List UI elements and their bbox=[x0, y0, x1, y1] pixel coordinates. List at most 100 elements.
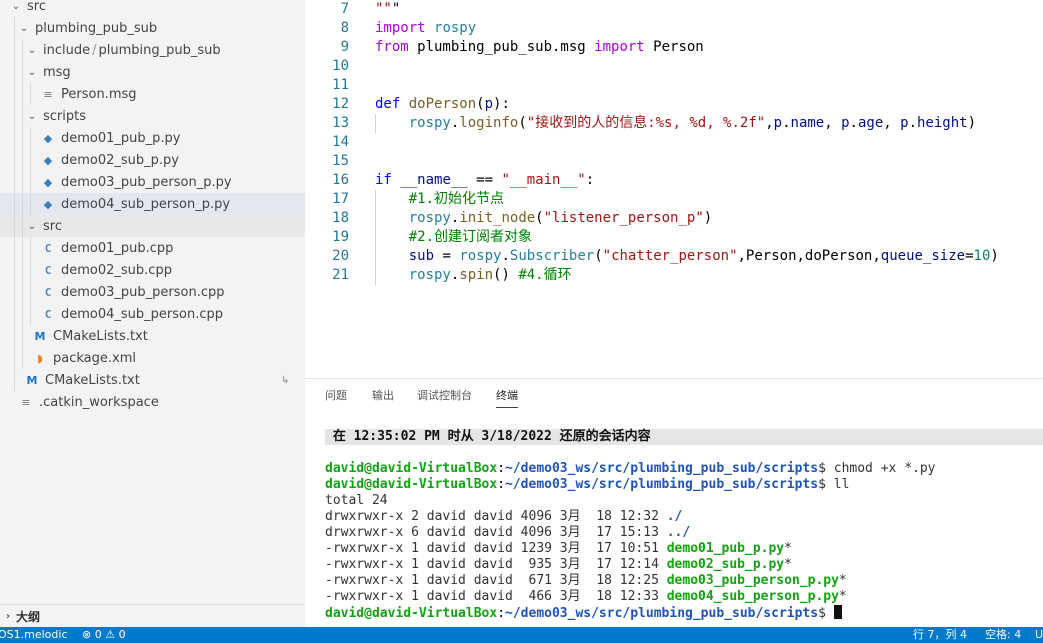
tree-item-person-msg[interactable]: ≡ Person.msg bbox=[0, 83, 305, 105]
tree-indent-guide bbox=[22, 193, 23, 215]
code-text: rospy.loginfo("接收到的人的信息:%s, %d, %.2f",p.… bbox=[408, 115, 977, 131]
tree-item-demo02-sub-cpp[interactable]: Cdemo02_sub.cpp bbox=[0, 259, 305, 281]
file-meta: -rwxrwxr-x 1 david david 935 3月 17 12:14 bbox=[325, 557, 667, 572]
line-number: 10 bbox=[332, 58, 349, 74]
code-editor[interactable]: 7 """ 8 import rospy 9 from plumbing_pub_sub.… bbox=[305, 0, 1043, 378]
prompt-colon: : bbox=[497, 477, 506, 492]
tree-indent-guide bbox=[14, 303, 15, 325]
tree-item-label: CMakeLists.txt bbox=[45, 372, 140, 388]
line-number: 14 bbox=[332, 134, 349, 150]
tree-item-src[interactable]: ⌄ src bbox=[0, 215, 305, 237]
ros-env-label[interactable]: OS1.melodic bbox=[0, 627, 68, 643]
code-text: sub = rospy.Subscriber("chatter_person",… bbox=[408, 248, 999, 264]
python-file-icon: ◆ bbox=[43, 175, 53, 189]
tree-item-msg[interactable]: ⌄ msg bbox=[0, 61, 305, 83]
tree-indent-guide bbox=[14, 259, 15, 281]
tree-item-catkin-workspace[interactable]: ≡ .catkin_workspace bbox=[0, 391, 305, 413]
file-name: demo04_sub_person_p.py bbox=[666, 589, 839, 604]
prompt-user: david@david-VirtualBox bbox=[325, 461, 498, 476]
tab-debug-console[interactable]: 调试控制台 bbox=[417, 387, 472, 407]
tree-item-demo01-pub-cpp[interactable]: Cdemo01_pub.cpp bbox=[0, 237, 305, 259]
problems-indicator[interactable]: ⊗ 0 ⚠ 0 bbox=[82, 627, 126, 643]
line-number: 20 bbox=[332, 248, 349, 264]
chevron-down-icon: ⌄ bbox=[19, 22, 29, 34]
file-name: ./ bbox=[666, 509, 683, 524]
tree-item-src[interactable]: ⌄ src bbox=[0, 0, 305, 17]
line-number: 16 bbox=[332, 172, 349, 188]
path-separator: / bbox=[92, 42, 97, 58]
code-text: def doPerson(p): bbox=[375, 96, 510, 112]
listing-row: -rwxrwxr-x 1 david david 671 3月 18 12:25… bbox=[325, 573, 1043, 589]
terminal-cursor bbox=[833, 605, 842, 619]
cpp-file-icon: C bbox=[44, 285, 52, 299]
tab-output[interactable]: 输出 bbox=[372, 387, 394, 407]
tree-indent-guide bbox=[14, 347, 15, 369]
code-text: if __name__ == "__main__": bbox=[375, 172, 595, 188]
file-meta: drwxrwxr-x 2 david david 4096 3月 18 12:3… bbox=[325, 509, 667, 524]
tree-indent-guide bbox=[22, 127, 23, 149]
tab-terminal[interactable]: 终端 bbox=[496, 387, 518, 408]
tree-indent-guide bbox=[30, 83, 31, 105]
tree-item-label: plumbing_pub_sub bbox=[98, 42, 221, 58]
indentation-setting[interactable]: 空格: 4 bbox=[985, 627, 1021, 643]
tree-item-cmakelists-txt[interactable]: M CMakeLists.txt bbox=[0, 325, 305, 347]
python-file-icon: ◆ bbox=[43, 153, 53, 167]
tree-item-include[interactable]: ⌄ include / plumbing_pub_sub bbox=[0, 39, 305, 61]
tree-item-label: demo03_pub_person_p.py bbox=[61, 174, 232, 190]
prompt-user: david@david-VirtualBox bbox=[325, 606, 498, 621]
cpp-file-icon: C bbox=[44, 241, 52, 255]
line-number: 13 bbox=[332, 115, 349, 131]
tree-indent-guide bbox=[14, 369, 15, 391]
code-text: #2.创建订阅者对象 bbox=[408, 229, 533, 245]
tree-item-demo02-sub-p-py[interactable]: ◆ demo02_sub_p.py bbox=[0, 149, 305, 171]
tree-indent-guide bbox=[22, 171, 23, 193]
outline-section-header[interactable]: › 大纲 bbox=[0, 604, 305, 627]
line-number: 7 bbox=[340, 1, 349, 17]
prompt-dollar: $ bbox=[818, 477, 834, 492]
tree-item-plumbing-pub-sub[interactable]: ⌄ plumbing_pub_sub bbox=[0, 17, 305, 39]
tree-item-demo03-pub-person-p-py[interactable]: ◆ demo03_pub_person_p.py bbox=[0, 171, 305, 193]
tree-item-demo03-pub-person-cpp[interactable]: Cdemo03_pub_person.cpp bbox=[0, 281, 305, 303]
tree-item-label: src bbox=[27, 0, 46, 14]
tree-item-demo04-sub-person-p-py[interactable]: ◆ demo04_sub_person_p.py bbox=[0, 193, 305, 215]
file-suffix: * bbox=[838, 573, 847, 588]
tree-indent-guide bbox=[14, 83, 15, 105]
terminal-output[interactable]: 在 12:35:02 PM 时从 3/18/2022 还原的会话内容 david… bbox=[325, 429, 1043, 621]
tree-indent-guide bbox=[14, 171, 15, 193]
restore-banner: 在 12:35:02 PM 时从 3/18/2022 还原的会话内容 bbox=[325, 429, 1043, 445]
tab-problems[interactable]: 问题 bbox=[325, 387, 347, 407]
explorer-sidebar: ⌄ src ⌄ plumbing_pub_sub ⌄ include / plumbing_p… bbox=[0, 0, 305, 627]
chevron-down-icon: ⌄ bbox=[27, 220, 37, 232]
tree-indent-guide bbox=[14, 193, 15, 215]
tree-item-demo04-sub-person-cpp[interactable]: Cdemo04_sub_person.cpp bbox=[0, 303, 305, 325]
text-file-icon: ≡ bbox=[43, 87, 53, 101]
tree-item-scripts[interactable]: ⌄ scripts bbox=[0, 105, 305, 127]
tree-indent-guide bbox=[14, 281, 15, 303]
line-number: 9 bbox=[340, 39, 349, 55]
tree-indent-guide bbox=[14, 105, 15, 127]
listing-row: -rwxrwxr-x 1 david david 466 3月 18 12:33… bbox=[325, 589, 1043, 605]
line-number: 15 bbox=[332, 153, 349, 169]
directory-listing: drwxrwxr-x 2 david david 4096 3月 18 12:3… bbox=[325, 509, 1043, 605]
python-file-icon: ◆ bbox=[43, 197, 53, 211]
tree-item-cmakelists-txt[interactable]: M CMakeLists.txt ↳ bbox=[0, 369, 305, 391]
line-number: 18 bbox=[332, 210, 349, 226]
tree-item-demo01-pub-p-py[interactable]: ◆ demo01_pub_p.py bbox=[0, 127, 305, 149]
chevron-down-icon: ⌄ bbox=[11, 0, 21, 12]
outline-label: 大纲 bbox=[16, 610, 41, 624]
code-text: #1.初始化节点 bbox=[408, 191, 505, 207]
tree-indent-guide bbox=[14, 127, 15, 149]
tree-indent-guide bbox=[14, 237, 15, 259]
encoding-setting[interactable]: U bbox=[1035, 627, 1043, 643]
tree-item-label: src bbox=[43, 218, 62, 234]
cursor-position[interactable]: 行 7，列 4 bbox=[913, 627, 967, 643]
chevron-down-icon: ⌄ bbox=[27, 66, 37, 78]
tree-indent-guide bbox=[22, 83, 23, 105]
tree-item-package-xml[interactable]: ◗ package.xml bbox=[0, 347, 305, 369]
tree-item-label: demo02_sub.cpp bbox=[61, 262, 172, 278]
prompt-path: ~/demo03_ws/src/plumbing_pub_sub/scripts bbox=[505, 461, 819, 476]
file-suffix: * bbox=[784, 541, 792, 556]
tree-item-label: .catkin_workspace bbox=[39, 394, 159, 410]
cpp-file-icon: C bbox=[44, 263, 52, 277]
code-text: from plumbing_pub_sub.msg import Person bbox=[375, 39, 704, 55]
